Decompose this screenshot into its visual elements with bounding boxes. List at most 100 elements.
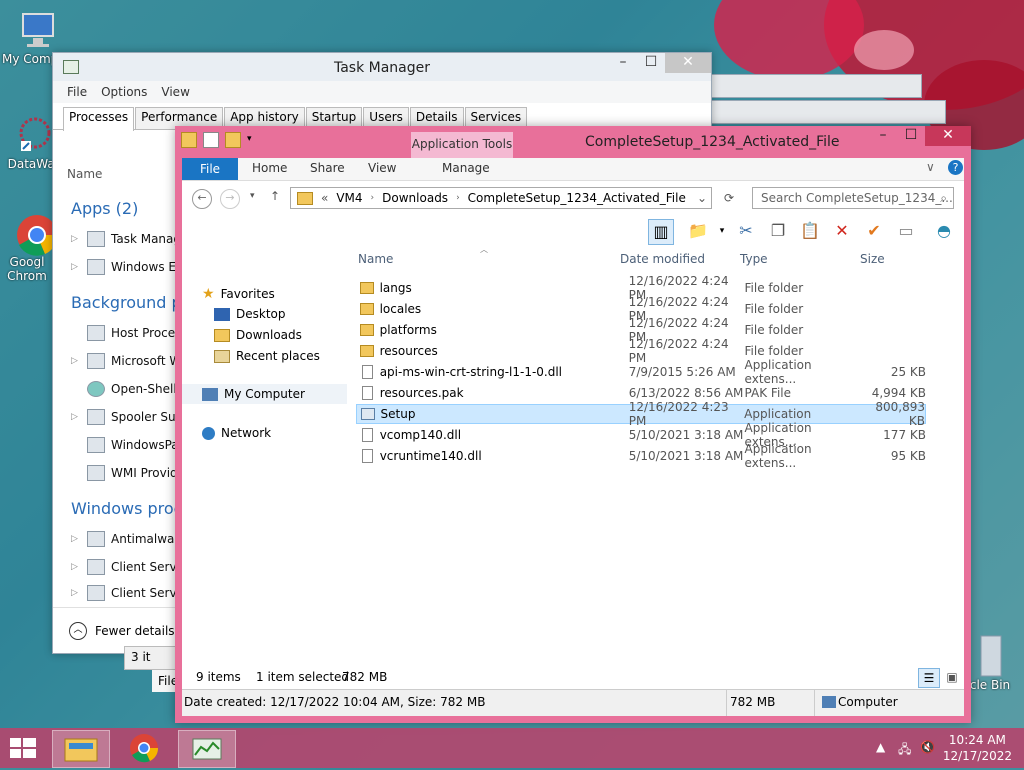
tab-share[interactable]: Share [310, 161, 345, 175]
shell-icon[interactable]: ◓ [932, 219, 956, 243]
menu-options[interactable]: Options [101, 81, 147, 103]
process-row[interactable]: ▷ Antimalwar [71, 531, 179, 547]
printer-icon [87, 409, 105, 425]
folder-icon[interactable] [181, 132, 197, 148]
process-row[interactable]: ▷ Task Manag [71, 231, 181, 247]
task-manager-titlebar[interactable]: Task Manager – ☐ ✕ [53, 53, 711, 81]
show-hidden-icons-icon[interactable]: ▲ [876, 740, 885, 754]
minimize-button[interactable]: – [609, 53, 637, 73]
background-window-menu: File [152, 670, 178, 692]
tab-view[interactable]: View [368, 161, 396, 175]
taskbar-chrome[interactable] [116, 730, 172, 766]
dll-file-icon [362, 428, 373, 442]
expand-arrow-icon[interactable]: ▷ [71, 234, 81, 244]
recent-locations-icon[interactable]: ▾ [250, 191, 255, 201]
breadcrumb-downloads[interactable]: Downloads [382, 191, 448, 205]
nav-network[interactable]: Network [202, 426, 271, 440]
tab-manage[interactable]: Manage [442, 161, 490, 175]
checkmark-icon[interactable]: ✔ [862, 219, 886, 243]
breadcrumb-vm4[interactable]: VM4 [336, 191, 362, 205]
file-row[interactable]: vcruntime140.dll 5/10/2021 3:18 AM Applica… [356, 442, 926, 470]
nav-desktop[interactable]: Desktop [214, 307, 286, 321]
help-icon[interactable]: ? [948, 160, 963, 175]
process-row[interactable]: WMI Provid [71, 465, 178, 481]
taskbar-explorer[interactable] [52, 730, 110, 768]
menu-view[interactable]: View [161, 81, 189, 103]
process-row[interactable]: ▷ Spooler Sub [71, 409, 183, 425]
background-window[interactable] [708, 100, 946, 124]
up-button[interactable]: ↑ [270, 189, 280, 203]
refresh-button[interactable]: ⟳ [718, 187, 740, 209]
setup-app-icon [361, 408, 375, 420]
nav-recent-places[interactable]: Recent places [214, 349, 320, 363]
expand-arrow-icon[interactable]: ▷ [71, 356, 81, 366]
breadcrumb-separator-icon: › [456, 193, 460, 203]
expand-arrow-icon[interactable]: ▷ [71, 262, 81, 272]
chevron-down-icon[interactable]: ▾ [710, 219, 734, 243]
process-row[interactable]: ▷ Client Serve [71, 559, 184, 575]
address-bar[interactable]: « VM4 › Downloads › CompleteSetup_1234_A… [290, 187, 712, 209]
taskbar-task-manager[interactable] [178, 730, 236, 768]
folder-options-icon[interactable]: 📁 [686, 219, 710, 243]
details-view-icon[interactable]: ☰ [918, 668, 940, 688]
tab-home[interactable]: Home [252, 161, 287, 175]
menu-file[interactable]: File [67, 81, 87, 103]
file-row[interactable]: api-ms-win-crt-string-l1-1-0.dll 7/9/2015… [356, 358, 926, 386]
column-header-date[interactable]: Date modified [620, 252, 705, 266]
process-icon [87, 231, 105, 247]
copy-icon[interactable]: ❐ [766, 219, 790, 243]
breadcrumb-current[interactable]: CompleteSetup_1234_Activated_File [468, 191, 686, 205]
volume-icon[interactable]: 🔇 [920, 740, 935, 754]
computer-icon [822, 696, 836, 708]
divider [814, 690, 815, 716]
search-input[interactable]: Search CompleteSetup_1234_... ⌕ [752, 187, 954, 209]
explorer-window[interactable]: ▾ Application Tools CompleteSetup_1234_A… [175, 126, 971, 723]
start-button[interactable] [8, 736, 38, 760]
new-folder-icon[interactable] [225, 132, 241, 148]
forward-button[interactable]: → [220, 189, 240, 209]
process-row[interactable]: WindowsPa [71, 437, 179, 453]
chevron-down-icon[interactable]: ⌄ [697, 191, 707, 205]
clock[interactable]: 10:24 AM 12/17/2022 [943, 732, 1012, 764]
process-row[interactable]: Host Proces [71, 325, 181, 341]
delete-icon[interactable]: ✕ [830, 219, 854, 243]
column-header-name[interactable]: Name [67, 167, 102, 181]
minimize-button[interactable]: – [869, 126, 897, 146]
back-button[interactable]: ← [192, 189, 212, 209]
column-header-size[interactable]: Size [860, 252, 885, 266]
network-icon[interactable]: 🖧 [898, 740, 911, 761]
nav-favorites[interactable]: ★ Favorites [202, 286, 275, 302]
ribbon-expand-icon[interactable]: ∨ [926, 160, 935, 174]
computer-icon [15, 10, 59, 50]
background-window[interactable] [708, 74, 922, 98]
tab-file[interactable]: File [182, 158, 238, 180]
large-icons-view-icon[interactable]: ▣ [942, 668, 962, 686]
expand-arrow-icon[interactable]: ▷ [71, 412, 81, 422]
chrome-icon [130, 734, 159, 763]
preview-pane-icon[interactable]: ▥ [648, 219, 674, 245]
close-button[interactable]: ✕ [665, 53, 711, 73]
process-row[interactable]: ▷ Windows Ex [71, 259, 183, 275]
expand-arrow-icon[interactable]: ▷ [71, 588, 81, 598]
expand-arrow-icon[interactable]: ▷ [71, 534, 81, 544]
process-icon [87, 465, 105, 481]
nav-downloads[interactable]: Downloads [214, 328, 302, 342]
maximize-button[interactable]: ☐ [897, 126, 925, 146]
maximize-button[interactable]: ☐ [637, 53, 665, 73]
cut-icon[interactable]: ✂ [734, 219, 758, 243]
nav-my-computer[interactable]: My Computer [182, 384, 347, 404]
tab-processes[interactable]: Processes [63, 107, 135, 131]
rename-icon[interactable]: ▭ [894, 219, 918, 243]
chevron-up-icon: ︿ [69, 621, 87, 640]
properties-icon[interactable] [203, 132, 219, 148]
close-button[interactable]: ✕ [925, 126, 971, 146]
background-window-status: 3 it [124, 646, 176, 670]
process-row[interactable]: Open-Shell [71, 381, 177, 397]
column-header-name[interactable]: Name [358, 252, 393, 266]
chevron-down-icon[interactable]: ▾ [247, 132, 261, 146]
process-row[interactable]: ▷ Microsoft W [71, 353, 181, 369]
column-header-type[interactable]: Type [740, 252, 768, 266]
expand-arrow-icon[interactable]: ▷ [71, 562, 81, 572]
paste-icon[interactable]: 📋 [798, 219, 822, 243]
process-row[interactable]: ▷ Client Serve [71, 585, 184, 601]
